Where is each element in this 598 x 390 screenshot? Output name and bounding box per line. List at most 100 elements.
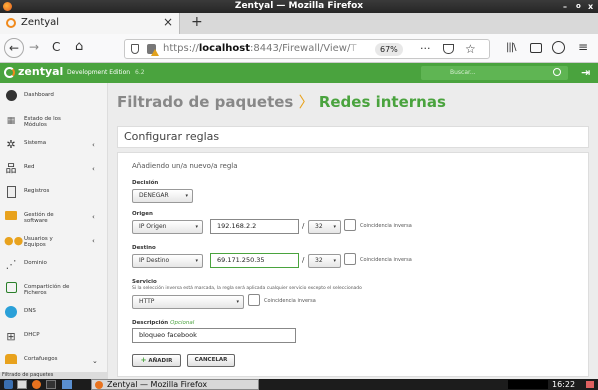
search-input[interactable]: Buscar... (450, 69, 476, 76)
logout-icon[interactable]: ⇥ (581, 66, 590, 79)
maximize-button[interactable]: o (576, 0, 581, 13)
origin-type-select[interactable]: IP Origen ▾ (132, 220, 203, 234)
page-title: Redes internas (318, 93, 446, 111)
cancel-button[interactable]: CANCELAR (187, 354, 235, 367)
rule-form: Añadiendo un/a nuevo/a regla Decisión DE… (117, 152, 589, 377)
destination-inverse-label: Coincidencia inversa (360, 257, 412, 263)
destination-type-select[interactable]: IP Destino ▾ (132, 254, 203, 268)
select-arrow-icon: ▾ (236, 299, 239, 305)
select-arrow-icon: ▾ (195, 224, 198, 230)
description-label: Descripción Opcional (132, 320, 195, 326)
destination-ip-input[interactable]: 69.171.250.35 (210, 253, 299, 268)
url-text: https://localhost:8443/Firewall/View/T (163, 43, 357, 54)
close-window-button[interactable]: x (588, 0, 593, 13)
forward-button[interactable]: → (29, 40, 39, 54)
sidebar-item-system[interactable]: ✲ Sistema ‹ (0, 134, 108, 158)
shield-icon (131, 44, 139, 54)
tab-zentyal[interactable]: Zentyal × (0, 13, 180, 34)
url-bar[interactable]: https://localhost:8443/Firewall/View/T 6… (124, 39, 490, 59)
dns-icon (4, 306, 18, 320)
sidebar-item-software[interactable]: Gestión de software ‹ (0, 206, 108, 230)
reload-button[interactable]: C (52, 40, 60, 54)
show-desktop-icon[interactable] (17, 380, 27, 389)
sidebar-item-dashboard[interactable]: Dashboard (0, 86, 108, 110)
zentyal-logo-icon (4, 67, 15, 78)
clock[interactable]: 16:22 (552, 379, 575, 390)
select-arrow-icon: ▾ (195, 258, 198, 264)
pocket-icon[interactable] (443, 44, 454, 54)
chevron-left-icon: ‹ (92, 141, 95, 149)
service-inverse-checkbox[interactable] (248, 294, 260, 306)
library-icon[interactable]: |||\ (506, 42, 517, 53)
sidebar-subitem-packet-filter[interactable]: Filtrado de paquetes (0, 372, 108, 379)
sidebar: Dashboard ▦ Estado de los Módulos ✲ Siste… (0, 83, 108, 379)
file-share-icon (4, 282, 18, 296)
add-button[interactable]: + AÑADIR (132, 354, 181, 367)
chevron-left-icon: ‹ (92, 165, 95, 173)
tab-bar: Zentyal × + (0, 13, 598, 34)
mask-slash: / (302, 256, 305, 264)
network-icon: 品 (5, 162, 17, 175)
origin-ip-input[interactable]: 192.168.2.2 (210, 219, 299, 234)
chevron-down-icon: ⌄ (92, 357, 98, 365)
decision-select[interactable]: DENEGAR ▾ (132, 189, 193, 203)
origin-mask-select[interactable]: 32 ▾ (308, 220, 341, 234)
start-menu-icon[interactable] (4, 380, 13, 389)
back-button[interactable]: ← (4, 38, 24, 58)
account-icon[interactable] (552, 41, 565, 54)
minimize-button[interactable]: – (563, 0, 567, 13)
add-icon: + (140, 356, 147, 364)
app-menu-icon[interactable]: ≡ (578, 40, 588, 54)
logs-icon (4, 186, 18, 200)
breadcrumb-parent[interactable]: Filtrado de paquetes (117, 93, 293, 111)
dashboard-icon (4, 90, 18, 104)
window-titlebar: Zentyal — Mozilla Firefox – o x (0, 0, 598, 13)
origin-inverse-checkbox[interactable] (344, 219, 356, 231)
description-input[interactable]: bloqueo facebook (132, 328, 296, 343)
destination-inverse-checkbox[interactable] (344, 253, 356, 265)
window-title: Zentyal — Mozilla Firefox (234, 1, 364, 11)
sidebar-item-network[interactable]: 品 Red ‹ (0, 158, 108, 182)
origin-label: Origen (132, 211, 153, 217)
zoom-indicator[interactable]: 67% (375, 43, 403, 56)
navigation-bar: ← → C ⌂ https://localhost:8443/Firewall/… (0, 34, 598, 63)
chevron-left-icon: ‹ (92, 213, 95, 221)
select-arrow-icon: ▾ (185, 193, 188, 199)
search-field[interactable]: Buscar... (421, 66, 568, 80)
domain-icon: ⋰ (5, 258, 17, 271)
sidebar-item-logs[interactable]: Registros (0, 182, 108, 206)
bookmark-star-icon[interactable]: ☆ (465, 40, 476, 58)
sidebar-item-firewall[interactable]: Cortafuegos ⌄ (0, 350, 108, 374)
sidebar-item-file-sharing[interactable]: Compartición de Ficheros (0, 278, 108, 302)
select-arrow-icon: ▾ (333, 224, 336, 230)
firewall-icon (4, 354, 18, 368)
breadcrumb: Filtrado de paquetes 〉 Redes internas (117, 91, 446, 112)
service-inverse-label: Coincidencia inversa (264, 298, 316, 304)
destination-mask-select[interactable]: 32 ▾ (308, 254, 341, 268)
firefox-logo-icon (3, 2, 12, 11)
service-label: Servicio (132, 279, 157, 285)
chevron-left-icon: ‹ (92, 237, 95, 245)
search-icon[interactable] (553, 68, 561, 76)
zentyal-edition: Development Edition (67, 69, 131, 76)
taskbar-terminal-icon[interactable] (46, 380, 56, 389)
taskbar-firefox-icon[interactable] (32, 380, 41, 389)
select-arrow-icon: ▾ (333, 258, 336, 264)
origin-inverse-label: Coincidencia inversa (360, 223, 412, 229)
page-actions-menu-icon[interactable]: ··· (420, 40, 431, 58)
main-content: Filtrado de paquetes 〉 Redes internas Co… (108, 83, 598, 379)
sidebar-item-domain[interactable]: ⋰ Dominio (0, 254, 108, 278)
taskbar-window-button[interactable]: Zentyal — Mozilla Firefox (91, 379, 259, 390)
tray-network-icon[interactable] (586, 381, 594, 388)
new-tab-button[interactable]: + (191, 14, 203, 30)
home-button[interactable]: ⌂ (75, 39, 83, 54)
sidebar-item-dns[interactable]: DNS (0, 302, 108, 326)
tab-close-icon[interactable]: × (163, 15, 173, 29)
taskbar-files-icon[interactable] (62, 380, 72, 389)
service-select[interactable]: HTTP ▾ (132, 295, 244, 309)
sidebar-toggle-icon[interactable] (530, 43, 542, 53)
sidebar-item-module-status[interactable]: ▦ Estado de los Módulos (0, 110, 108, 134)
sidebar-item-users[interactable]: ●● Usuarios y Equipos ‹ (0, 230, 108, 254)
zentyal-favicon-icon (6, 18, 16, 28)
sidebar-item-dhcp[interactable]: ⊞ DHCP (0, 326, 108, 350)
